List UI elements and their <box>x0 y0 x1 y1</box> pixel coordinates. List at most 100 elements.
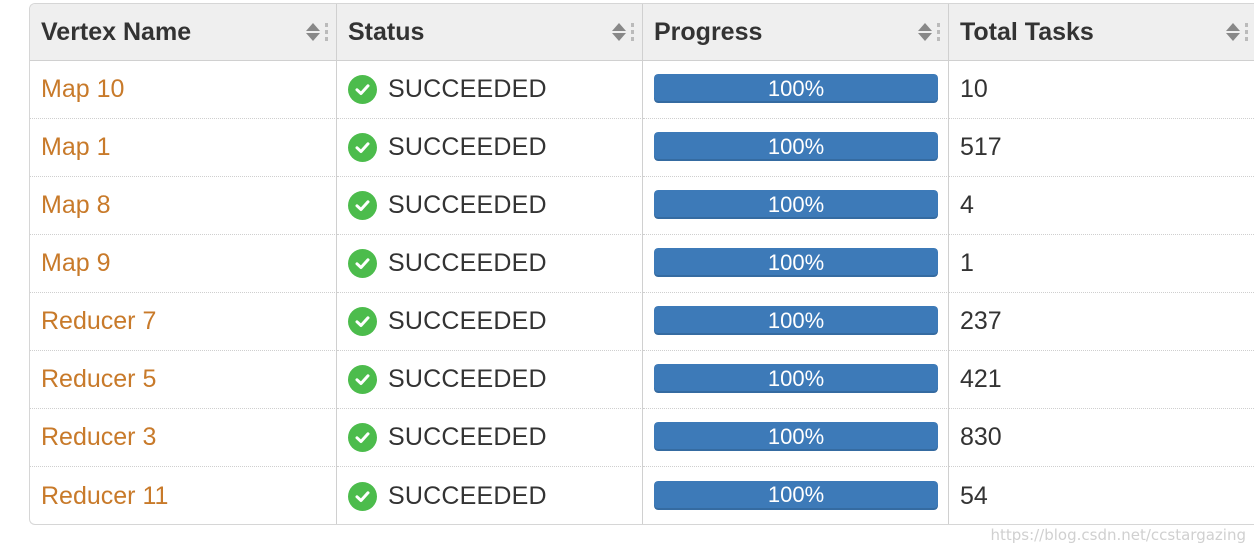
total-tasks-value: 10 <box>960 75 988 103</box>
check-circle-icon <box>348 307 377 336</box>
status-text: SUCCEEDED <box>388 423 547 451</box>
vertex-name-link[interactable]: Reducer 11 <box>41 482 168 511</box>
vertex-name-cell: Reducer 11 <box>30 467 337 524</box>
status-text: SUCCEEDED <box>388 481 547 510</box>
total-tasks-cell: 1 <box>949 235 1254 293</box>
column-header-progress[interactable]: Progress <box>643 4 949 61</box>
status-text: SUCCEEDED <box>388 191 547 219</box>
column-header-label: Progress <box>654 17 763 46</box>
sort-icon[interactable] <box>306 23 320 41</box>
progress-fill: 100% <box>654 364 938 393</box>
table-grid: Vertex Name Status Progress Total Tasks <box>30 4 1254 61</box>
progress-cell: 100% <box>643 409 949 467</box>
progress-bar: 100% <box>654 248 938 277</box>
total-tasks-cell: 421 <box>949 351 1254 409</box>
progress-cell: 100% <box>643 235 949 293</box>
progress-cell: 100% <box>643 293 949 351</box>
total-tasks-cell: 10 <box>949 61 1254 119</box>
total-tasks-value: 830 <box>960 423 1002 451</box>
table-body: Map 10 SUCCEEDED 100% 10 Map 1 SUCCEEDED… <box>30 61 1254 524</box>
drag-handle-icon[interactable] <box>1245 23 1248 41</box>
total-tasks-cell: 54 <box>949 467 1254 524</box>
vertex-name-cell: Reducer 3 <box>30 409 337 467</box>
progress-label: 100% <box>767 423 825 449</box>
vertex-name-link[interactable]: Reducer 5 <box>41 365 156 394</box>
watermark: https://blog.csdn.net/ccstargazing <box>990 526 1246 544</box>
sort-icon[interactable] <box>1226 23 1240 41</box>
vertex-name-link[interactable]: Map 9 <box>41 249 110 278</box>
progress-bar: 100% <box>654 422 938 451</box>
column-controls <box>612 23 634 41</box>
vertex-name-link[interactable]: Reducer 7 <box>41 307 156 336</box>
vertex-name-link[interactable]: Reducer 3 <box>41 423 156 452</box>
status-cell: SUCCEEDED <box>337 293 643 351</box>
total-tasks-value: 1 <box>960 249 974 277</box>
progress-fill: 100% <box>654 132 938 161</box>
status-text: SUCCEEDED <box>388 249 547 277</box>
progress-bar: 100% <box>654 74 938 103</box>
progress-fill: 100% <box>654 190 938 219</box>
total-tasks-value: 421 <box>960 365 1002 393</box>
total-tasks-cell: 237 <box>949 293 1254 351</box>
progress-fill: 100% <box>654 480 938 510</box>
check-circle-icon <box>348 365 377 394</box>
column-header-status[interactable]: Status <box>337 4 643 61</box>
status-text: SUCCEEDED <box>388 75 547 103</box>
column-header-vertex-name[interactable]: Vertex Name <box>30 4 337 61</box>
column-header-total-tasks[interactable]: Total Tasks <box>949 4 1254 61</box>
check-circle-icon <box>348 481 377 511</box>
vertices-table: Vertex Name Status Progress Total Tasks <box>29 3 1254 525</box>
progress-bar: 100% <box>654 132 938 161</box>
total-tasks-value: 517 <box>960 133 1002 161</box>
vertex-name-cell: Reducer 7 <box>30 293 337 351</box>
vertex-name-link[interactable]: Map 1 <box>41 133 110 162</box>
progress-label: 100% <box>767 307 825 333</box>
column-controls <box>1226 23 1248 41</box>
progress-label: 100% <box>767 482 825 507</box>
progress-bar: 100% <box>654 190 938 219</box>
total-tasks-cell: 830 <box>949 409 1254 467</box>
vertex-name-link[interactable]: Map 10 <box>41 75 124 104</box>
vertex-name-cell: Map 10 <box>30 61 337 119</box>
progress-fill: 100% <box>654 306 938 335</box>
progress-label: 100% <box>767 365 825 391</box>
vertex-name-cell: Map 8 <box>30 177 337 235</box>
vertex-name-cell: Reducer 5 <box>30 351 337 409</box>
status-cell: SUCCEEDED <box>337 351 643 409</box>
check-circle-icon <box>348 249 377 278</box>
progress-label: 100% <box>767 75 825 101</box>
progress-bar: 100% <box>654 306 938 335</box>
progress-cell: 100% <box>643 177 949 235</box>
check-circle-icon <box>348 423 377 452</box>
vertex-name-cell: Map 1 <box>30 119 337 177</box>
progress-fill: 100% <box>654 422 938 451</box>
total-tasks-cell: 517 <box>949 119 1254 177</box>
status-cell: SUCCEEDED <box>337 409 643 467</box>
column-header-label: Status <box>348 17 425 46</box>
total-tasks-value: 237 <box>960 307 1002 335</box>
sort-icon[interactable] <box>612 23 626 41</box>
status-text: SUCCEEDED <box>388 365 547 393</box>
drag-handle-icon[interactable] <box>325 23 328 41</box>
column-controls <box>918 23 940 41</box>
table-row: Reducer 11 SUCCEEDED 100% 54 <box>30 467 1254 524</box>
table-row: Map 1 SUCCEEDED 100% 517 <box>30 119 1254 177</box>
sort-icon[interactable] <box>918 23 932 41</box>
status-cell: SUCCEEDED <box>337 467 643 524</box>
vertex-name-link[interactable]: Map 8 <box>41 191 110 220</box>
table-row: Map 10 SUCCEEDED 100% 10 <box>30 61 1254 119</box>
status-cell: SUCCEEDED <box>337 235 643 293</box>
check-circle-icon <box>348 133 377 162</box>
drag-handle-icon[interactable] <box>937 23 940 41</box>
progress-fill: 100% <box>654 248 938 277</box>
table-row: Reducer 5 SUCCEEDED 100% 421 <box>30 351 1254 409</box>
table-row: Reducer 3 SUCCEEDED 100% 830 <box>30 409 1254 467</box>
total-tasks-value: 4 <box>960 191 974 219</box>
progress-bar: 100% <box>654 480 938 510</box>
status-cell: SUCCEEDED <box>337 177 643 235</box>
drag-handle-icon[interactable] <box>631 23 634 41</box>
progress-label: 100% <box>767 191 825 217</box>
total-tasks-value: 54 <box>960 481 988 510</box>
status-cell: SUCCEEDED <box>337 119 643 177</box>
progress-cell: 100% <box>643 119 949 177</box>
